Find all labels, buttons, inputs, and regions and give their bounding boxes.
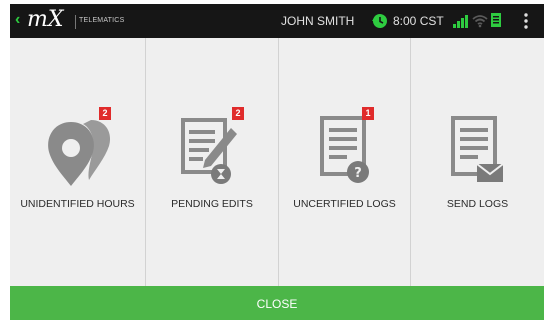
- document-question-icon: ?: [319, 116, 369, 183]
- status-time: 8:00 CST: [393, 14, 444, 28]
- badge-count: 1: [362, 107, 374, 120]
- cell-signal-icon: [453, 15, 468, 28]
- tile-uncertified-logs[interactable]: ? 1 UNCERTIFIED LOGS: [279, 38, 411, 286]
- action-tiles: 2 UNIDENTIFIED HOURS 2 PENDING EDITS ? 1…: [10, 38, 544, 286]
- overflow-menu-icon[interactable]: [523, 13, 529, 29]
- svg-text:?: ?: [354, 166, 362, 181]
- wifi-icon: [472, 15, 488, 28]
- close-button-label: CLOSE: [256, 297, 298, 311]
- document-mail-icon: [450, 116, 504, 182]
- clock-history-icon: [372, 14, 387, 28]
- user-name: JOHN SMITH: [281, 14, 355, 28]
- logo-divider: [75, 15, 76, 29]
- badge-count: 2: [99, 107, 111, 120]
- tile-label: UNIDENTIFIED HOURS: [20, 198, 135, 210]
- badge-count: 2: [232, 107, 244, 120]
- app-logo: mX: [27, 7, 64, 32]
- back-chevron-icon[interactable]: ‹: [15, 11, 20, 29]
- tile-label: UNCERTIFIED LOGS: [293, 198, 396, 210]
- eld-device-icon: [491, 13, 501, 27]
- tile-pending-edits[interactable]: 2 PENDING EDITS: [146, 38, 279, 286]
- app-window: ‹ mX TELEMATICS JOHN SMITH 8:00 CST 2 UN…: [10, 4, 544, 320]
- tile-unidentified-hours[interactable]: 2 UNIDENTIFIED HOURS: [10, 38, 146, 286]
- tile-label: PENDING EDITS: [171, 198, 253, 210]
- tile-send-logs[interactable]: SEND LOGS: [411, 38, 544, 286]
- logo-subtitle: TELEMATICS: [79, 17, 125, 24]
- status-bar: ‹ mX TELEMATICS JOHN SMITH 8:00 CST: [10, 4, 544, 38]
- close-button[interactable]: CLOSE: [10, 286, 544, 320]
- tile-label: SEND LOGS: [446, 198, 509, 210]
